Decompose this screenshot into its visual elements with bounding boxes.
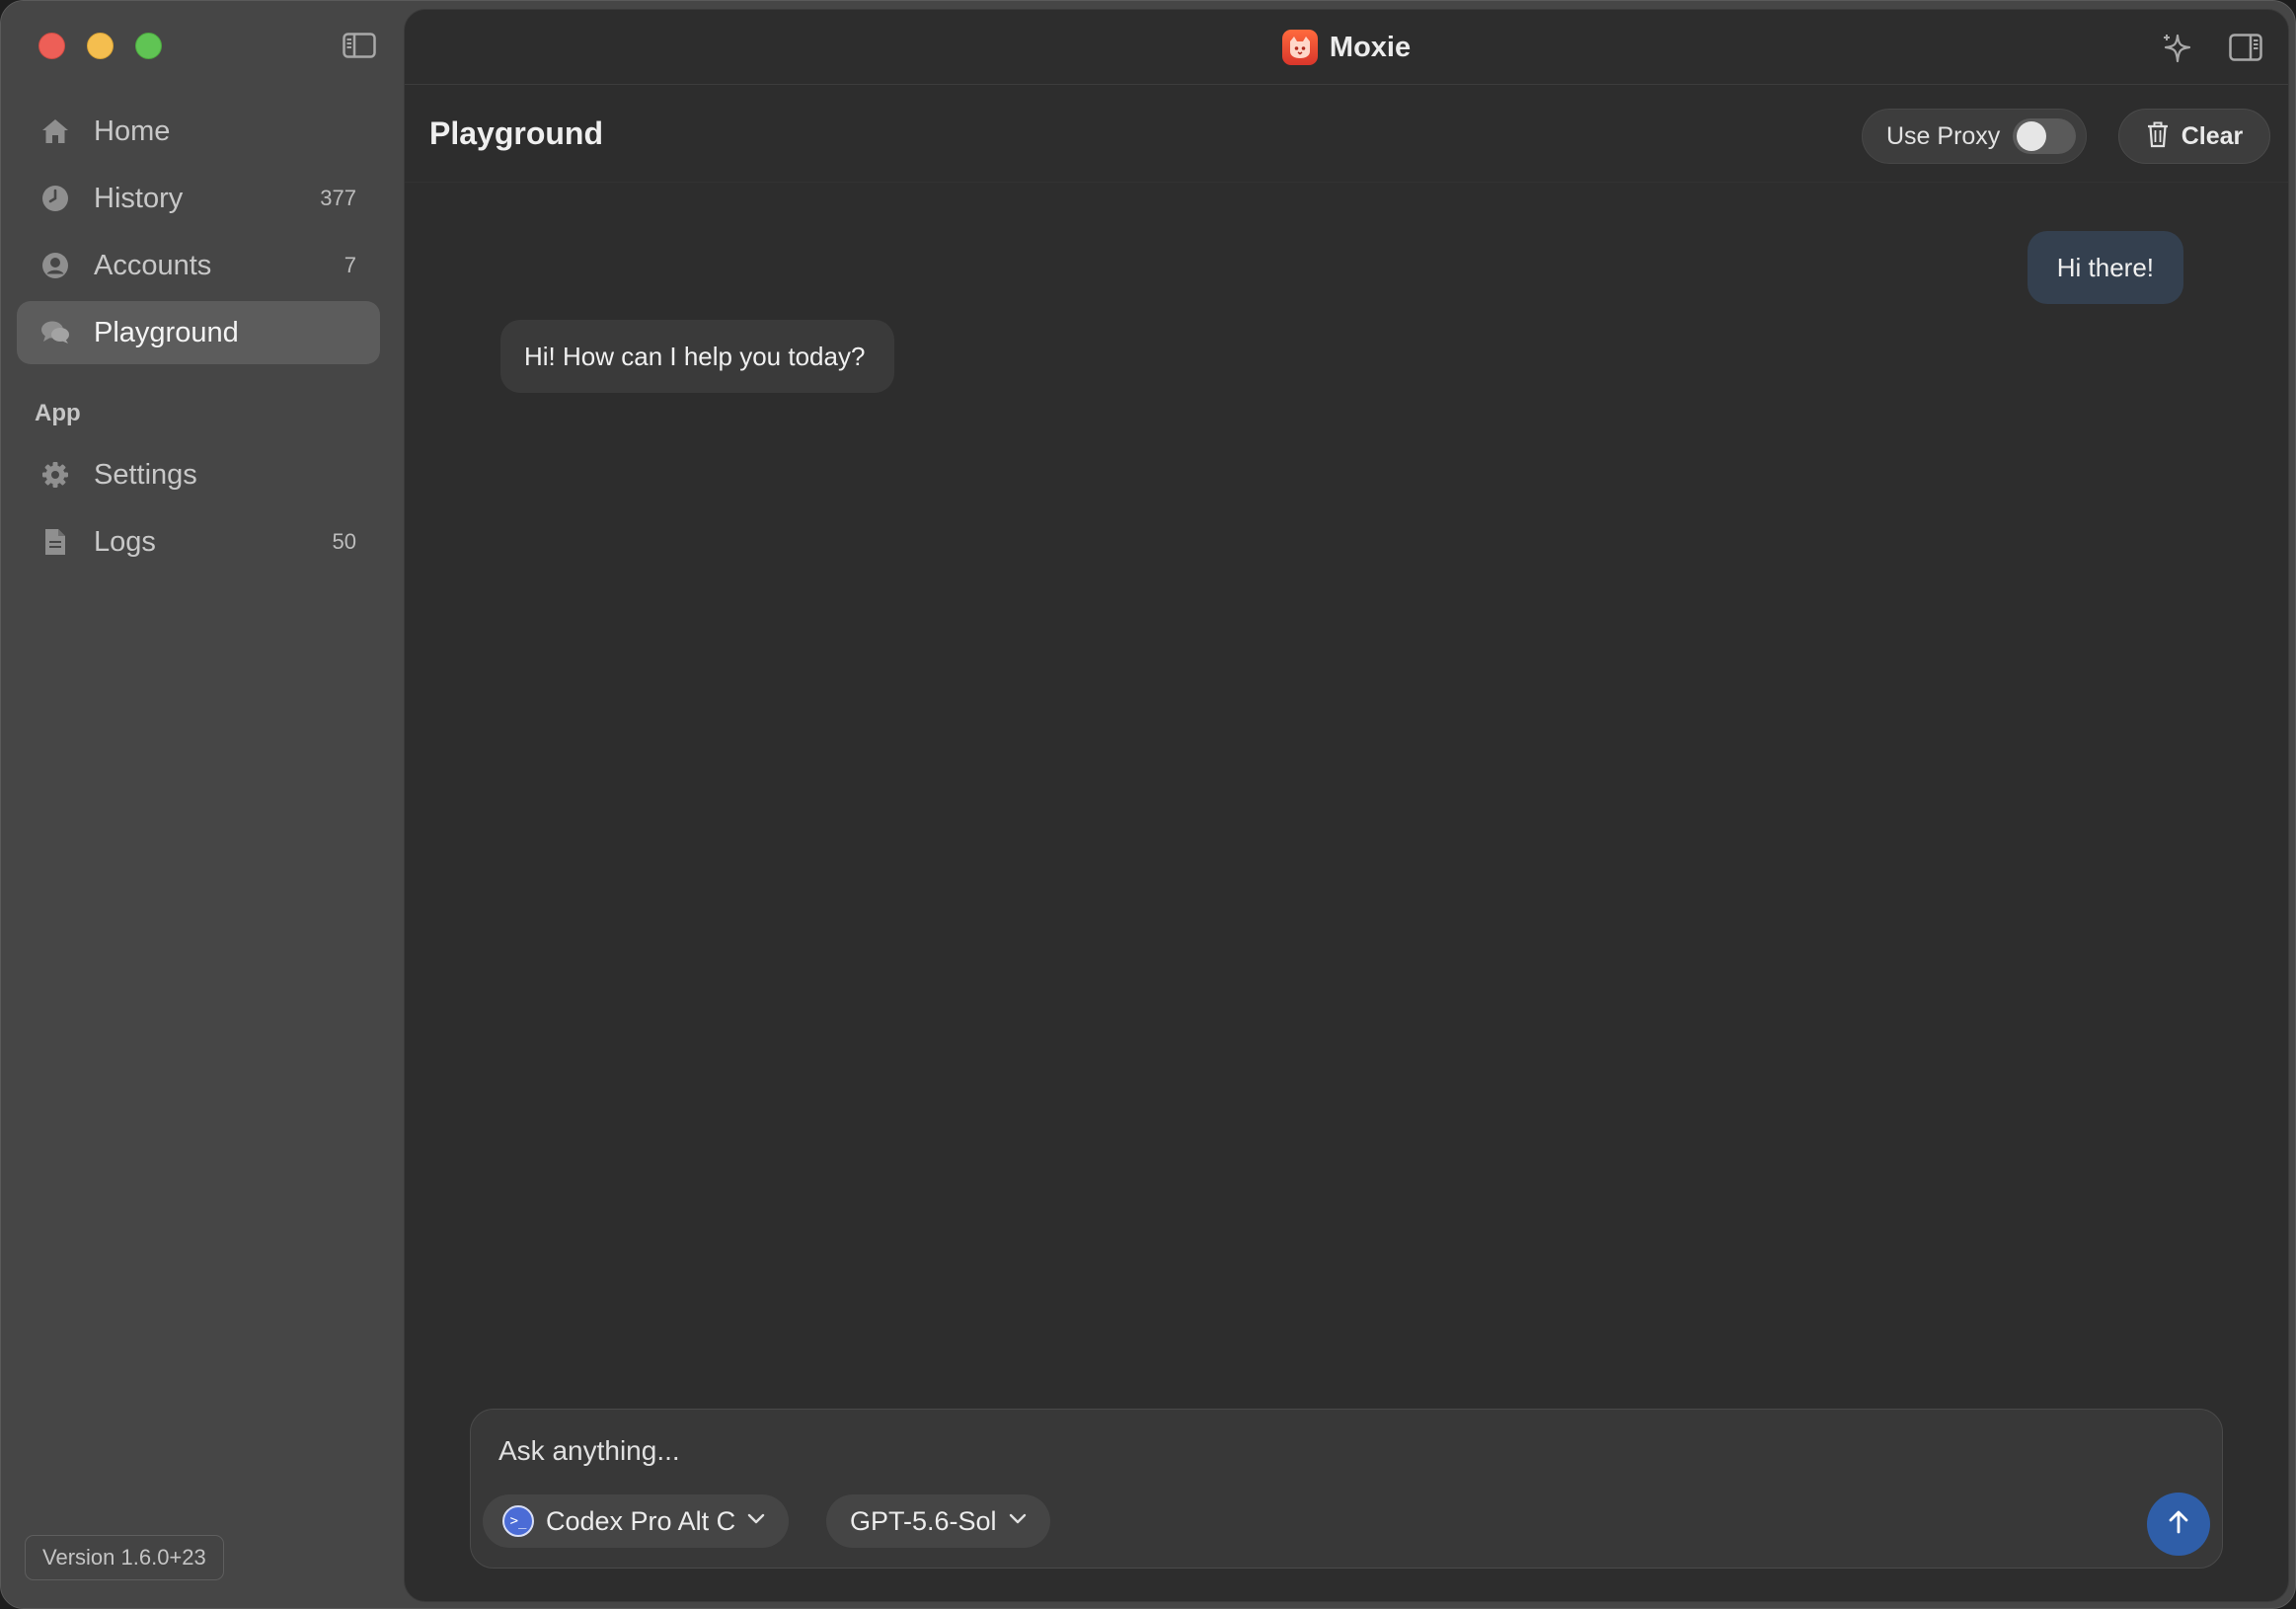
sidebar-item-history[interactable]: History 377 — [17, 167, 380, 230]
assistant-message: Hi! How can I help you today? — [500, 320, 895, 393]
sidebar-item-label: Settings — [94, 458, 197, 491]
prompt-input[interactable] — [498, 1431, 1880, 1471]
sidebar-item-home[interactable]: Home — [17, 100, 380, 163]
page-title: Playground — [429, 115, 604, 151]
chevron-down-icon — [1009, 1512, 1027, 1530]
app-title: Moxie — [405, 30, 2288, 65]
account-selector-label: Codex Pro Alt C — [546, 1505, 736, 1536]
sidebar-section-label: App — [35, 400, 81, 426]
sidebar-item-settings[interactable]: Settings — [17, 443, 380, 506]
titlebar: Moxie — [405, 10, 2288, 85]
sidebar-item-label: Logs — [94, 525, 156, 558]
user-message: Hi there! — [2027, 231, 2183, 304]
user-circle-icon — [40, 251, 70, 280]
sidebar: Home History 377 Accounts 7 Playground A… — [1, 1, 403, 1608]
app-name: Moxie — [1329, 31, 1412, 63]
proxy-control: Use Proxy — [1862, 109, 2087, 164]
sidebar-item-label: Home — [94, 115, 171, 147]
chat-bubbles-icon — [40, 318, 70, 347]
main-panel: Moxie Playground Use Proxy Clear Hi ther… — [404, 9, 2289, 1602]
document-icon — [40, 527, 70, 557]
toggle-knob — [2017, 121, 2046, 151]
sidebar-nav: Home History 377 Accounts 7 Playground — [17, 100, 380, 368]
sparkle-icon[interactable] — [2160, 32, 2193, 65]
clock-icon — [40, 184, 70, 213]
account-selector[interactable]: >_ Codex Pro Alt C — [483, 1494, 790, 1548]
model-selector-label: GPT-5.6-Sol — [850, 1505, 997, 1536]
zoom-window-button[interactable] — [135, 33, 162, 59]
version-badge: Version 1.6.0+23 — [25, 1535, 224, 1580]
window-controls — [38, 33, 162, 59]
minimize-window-button[interactable] — [87, 33, 114, 59]
close-window-button[interactable] — [38, 33, 65, 59]
sidebar-item-count: 377 — [320, 186, 356, 210]
sidebar-item-label: History — [94, 182, 184, 214]
message-list: Hi there! Hi! How can I help you today? — [405, 184, 2288, 1398]
home-icon — [40, 116, 70, 146]
sidebar-app-nav: Settings Logs 50 — [17, 443, 380, 577]
chevron-down-icon — [747, 1512, 765, 1530]
arrow-up-icon — [2167, 1509, 2190, 1540]
app-logo-icon — [1281, 30, 1318, 65]
sidebar-item-accounts[interactable]: Accounts 7 — [17, 234, 380, 297]
sidebar-toggle-icon[interactable] — [343, 33, 376, 58]
app-window: Home History 377 Accounts 7 Playground A… — [0, 0, 2296, 1609]
page-header: Playground Use Proxy Clear — [405, 86, 2288, 183]
use-proxy-toggle[interactable] — [2013, 118, 2076, 154]
sidebar-item-label: Accounts — [94, 249, 212, 281]
clear-button[interactable]: Clear — [2118, 109, 2270, 164]
sidebar-item-count: 50 — [332, 529, 356, 554]
trash-icon — [2146, 120, 2170, 153]
gear-icon — [40, 460, 70, 490]
sidebar-item-logs[interactable]: Logs 50 — [17, 510, 380, 574]
sidebar-item-label: Playground — [94, 316, 239, 348]
send-button[interactable] — [2147, 1493, 2210, 1556]
proxy-label: Use Proxy — [1886, 121, 2001, 150]
composer: >_ Codex Pro Alt C GPT-5.6-Sol — [470, 1409, 2223, 1569]
model-selector[interactable]: GPT-5.6-Sol — [826, 1494, 1050, 1548]
inspector-toggle-icon[interactable] — [2229, 34, 2262, 61]
sidebar-item-playground[interactable]: Playground — [17, 301, 380, 364]
sidebar-item-count: 7 — [344, 253, 356, 277]
account-avatar-icon: >_ — [502, 1505, 534, 1537]
clear-button-label: Clear — [2181, 121, 2244, 150]
